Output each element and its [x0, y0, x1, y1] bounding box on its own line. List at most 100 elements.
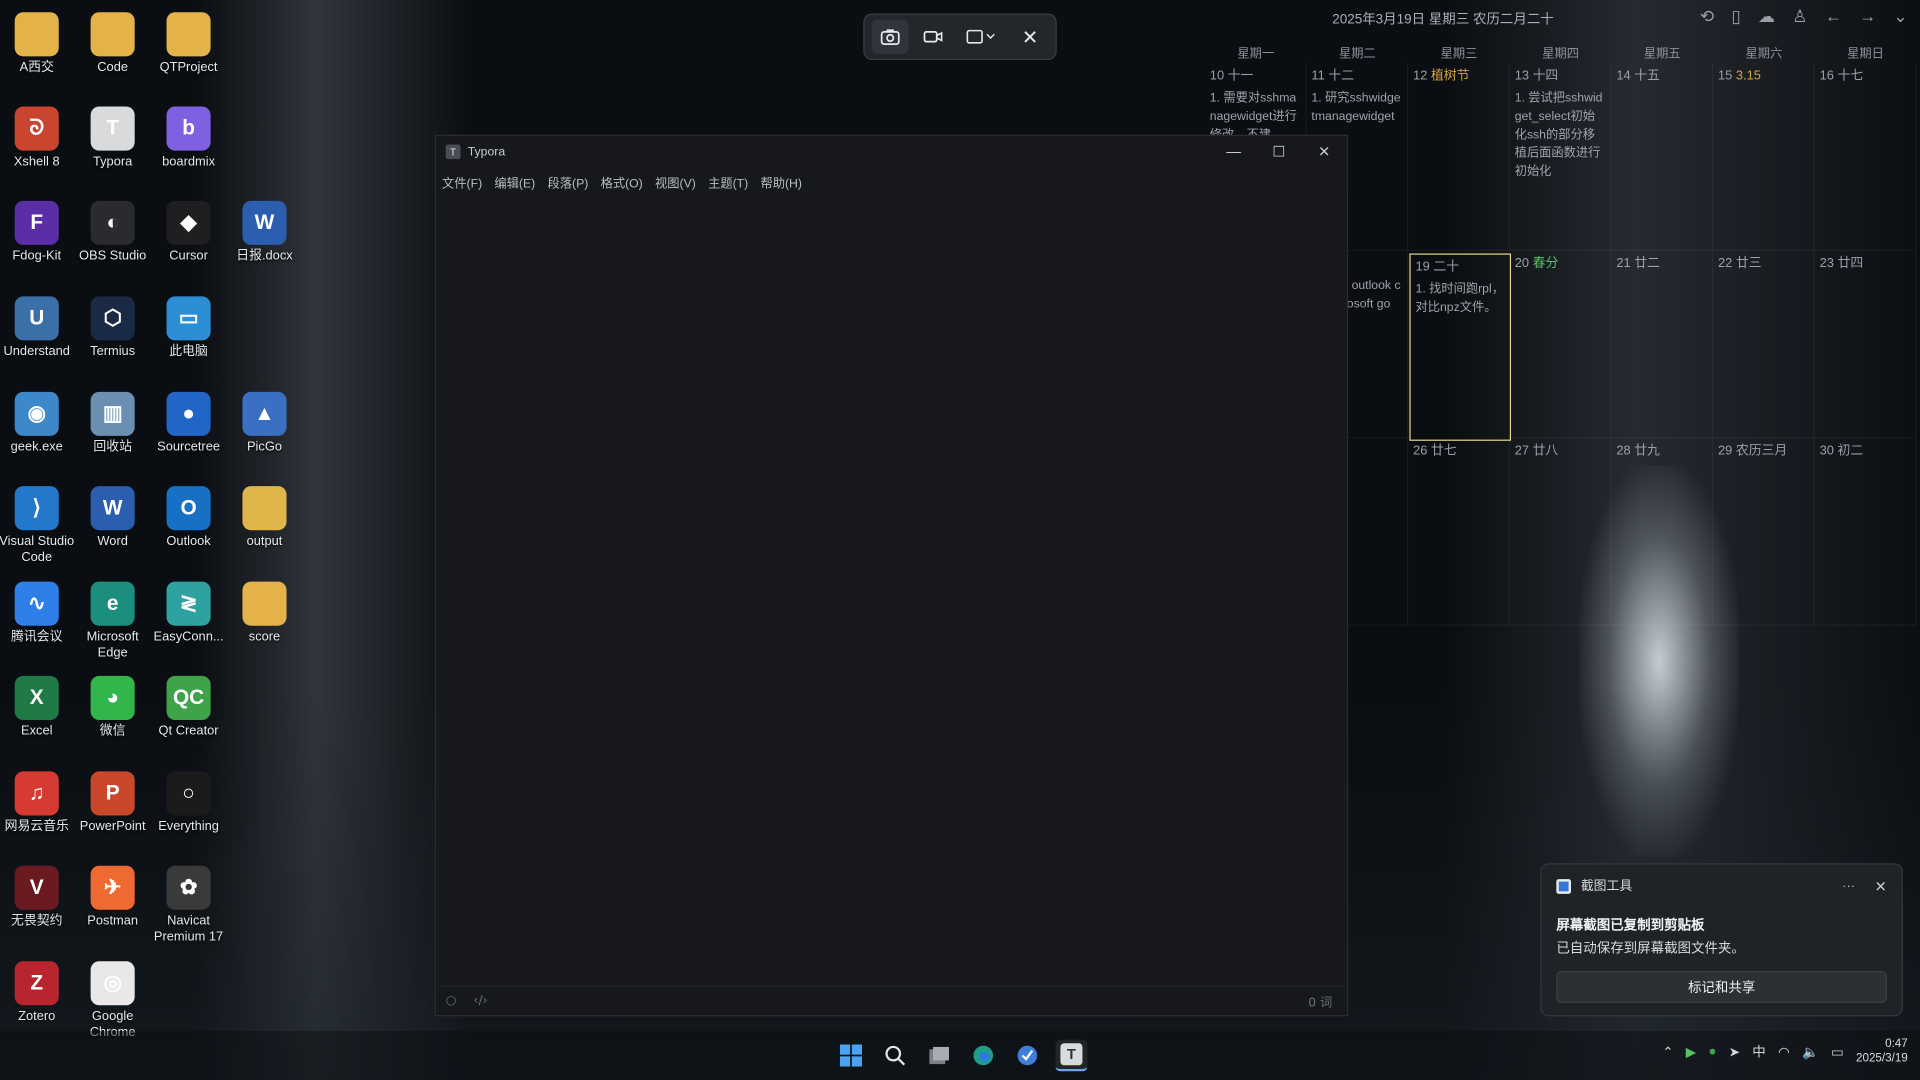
calendar-day-cell[interactable]: 23 廿四: [1814, 251, 1917, 439]
snip-shape-dropdown[interactable]: [959, 20, 1005, 54]
close-button[interactable]: ✕: [1302, 143, 1347, 160]
desktop-icon-typora[interactable]: T Typora: [73, 106, 151, 171]
desktop-icon-sourcetree[interactable]: ● Sourcetree: [149, 391, 227, 456]
desktop-icon-navicat-premium-17[interactable]: ✿ Navicat Premium 17: [149, 865, 227, 946]
prev-arrow-icon[interactable]: ←: [1825, 6, 1842, 27]
wifi-icon[interactable]: ◠: [1778, 1044, 1790, 1060]
input-method[interactable]: 中: [1752, 1042, 1765, 1062]
chevron-down-icon[interactable]: ⌄: [1893, 6, 1907, 27]
menu-item[interactable]: 文件(F): [442, 172, 482, 190]
markup-share-button[interactable]: 标记和共享: [1556, 971, 1887, 1003]
cloud-icon[interactable]: ☁: [1758, 6, 1775, 27]
desktop-icon-a西交[interactable]: A西交: [0, 12, 76, 76]
desktop-icon-picgo[interactable]: ▲ PicGo: [225, 391, 303, 456]
maximize-button[interactable]: ☐: [1256, 143, 1301, 160]
calendar-day-cell[interactable]: 12 植树节: [1408, 63, 1510, 252]
app-icon: ○: [166, 771, 211, 816]
next-arrow-icon[interactable]: →: [1859, 6, 1876, 27]
source-code-icon[interactable]: ‹/›: [474, 994, 488, 1007]
menu-item[interactable]: 格式(O): [601, 172, 643, 190]
desktop-icon-回收站[interactable]: ▥ 回收站: [73, 391, 151, 456]
desktop-icon-easyconn-[interactable]: ≷ EasyConn...: [149, 581, 227, 646]
menu-item[interactable]: 段落(P): [548, 172, 589, 190]
desktop-icon-visual-studio-code[interactable]: ⟩ Visual Studio Code: [0, 486, 76, 566]
typora-titlebar[interactable]: T Typora — ☐ ✕: [436, 136, 1347, 168]
calendar-day-cell[interactable]: 14 十五: [1611, 63, 1714, 252]
desktop-icon-cursor[interactable]: ◆ Cursor: [149, 200, 227, 265]
calendar-day-cell[interactable]: 15 3.15: [1713, 63, 1815, 252]
menu-item[interactable]: 帮助(H): [760, 172, 801, 190]
calendar-day-cell[interactable]: 16 十七: [1814, 63, 1917, 252]
volume-icon[interactable]: 🔈: [1802, 1044, 1819, 1060]
desktop-icon-microsoft-edge[interactable]: e Microsoft Edge: [73, 581, 151, 662]
outline-toggle-icon[interactable]: ○: [446, 994, 457, 1007]
desktop-icon-code[interactable]: Code: [73, 12, 151, 76]
desktop-icon-obs-studio[interactable]: ◐ OBS Studio: [73, 200, 151, 265]
search-button[interactable]: [879, 1040, 911, 1072]
sync-icon[interactable]: ⟲: [1700, 6, 1714, 27]
record-mode-button[interactable]: [915, 20, 951, 54]
desktop-icon-微信[interactable]: ◕ 微信: [73, 675, 151, 740]
taskbar-edge[interactable]: [967, 1040, 999, 1072]
desktop-icon-腾讯会议[interactable]: ∿ 腾讯会议: [0, 581, 76, 646]
show-hidden-icons-chevron-icon[interactable]: ⌃: [1662, 1044, 1673, 1060]
taskbar-typora[interactable]: T: [1055, 1039, 1088, 1072]
taskbar-app[interactable]: [1011, 1040, 1043, 1072]
desktop-icon-output[interactable]: output: [225, 486, 303, 550]
desktop-icon-label: Understand: [3, 344, 70, 359]
desktop-icon-everything[interactable]: ○ Everything: [149, 771, 227, 835]
calendar-day-cell[interactable]: 30 初二: [1814, 438, 1917, 626]
screenshot-mode-button[interactable]: [871, 19, 908, 54]
calendar-today-cell[interactable]: 19 二十 1. 找时间跑rpl，对比npz文件。: [1409, 253, 1512, 441]
desktop-icon-fdog-kit[interactable]: F Fdog-Kit: [0, 200, 76, 265]
calendar-day-cell[interactable]: 28 廿九: [1611, 438, 1714, 626]
snip-close-button[interactable]: ✕: [1012, 20, 1048, 54]
calendar-day-cell[interactable]: 13 十四 1. 尝试把sshwidget_select初始化ssh的部分移植后面…: [1509, 63, 1612, 252]
tray-green-icon[interactable]: ●: [1708, 1044, 1716, 1059]
tray-app-icon[interactable]: ▶: [1686, 1044, 1696, 1060]
desktop-icon-xshell-8[interactable]: ᘐ Xshell 8: [0, 106, 76, 171]
menu-item[interactable]: 主题(T): [708, 172, 748, 190]
calendar-day-cell[interactable]: 26 廿七: [1408, 438, 1510, 626]
desktop-icon-日报-docx[interactable]: W 日报.docx: [225, 200, 303, 265]
user-icon[interactable]: ♙: [1792, 6, 1807, 27]
calendar-day-cell[interactable]: 22 廿三: [1713, 251, 1815, 439]
app-icon: ▥: [90, 391, 135, 436]
desktop-icon-google-chrome[interactable]: ◎ Google Chrome: [73, 961, 151, 1041]
minimize-button[interactable]: —: [1211, 143, 1256, 160]
menu-item[interactable]: 视图(V): [655, 172, 696, 190]
desktop-icon-此电脑[interactable]: ▭ 此电脑: [149, 296, 227, 360]
clock[interactable]: 0:47 2025/3/19: [1856, 1037, 1908, 1066]
task-view-button[interactable]: [923, 1040, 955, 1072]
desktop-icon-understand[interactable]: U Understand: [0, 296, 76, 360]
word-count[interactable]: 0 词: [1308, 992, 1332, 1010]
calendar-day-number: 16 十七: [1819, 68, 1864, 84]
desktop-icon-word[interactable]: W Word: [73, 486, 151, 550]
start-button[interactable]: [835, 1040, 867, 1072]
app-icon: ∿: [14, 581, 59, 626]
desktop-icon-geek-exe[interactable]: ◉ geek.exe: [0, 391, 76, 456]
more-options-button[interactable]: ···: [1842, 879, 1855, 894]
desktop-icon-网易云音乐[interactable]: ♫ 网易云音乐: [0, 771, 76, 835]
desktop-icon-无畏契约[interactable]: V 无畏契约: [0, 865, 76, 930]
desktop-icon-qt-creator[interactable]: QC Qt Creator: [149, 675, 227, 740]
send-icon[interactable]: ➤: [1729, 1044, 1740, 1060]
desktop-icon-outlook[interactable]: O Outlook: [149, 486, 227, 550]
desktop-icon-excel[interactable]: X Excel: [0, 675, 76, 740]
desktop-icon-postman[interactable]: ✈ Postman: [73, 865, 151, 930]
calendar-day-cell[interactable]: 21 廿二: [1611, 251, 1714, 439]
menu-item[interactable]: 编辑(E): [494, 172, 535, 190]
calendar-day-cell[interactable]: 27 廿八: [1509, 438, 1612, 626]
desktop-icon-score[interactable]: score: [225, 581, 303, 646]
desktop-icon-boardmix[interactable]: b boardmix: [149, 106, 227, 171]
desktop-icon-powerpoint[interactable]: P PowerPoint: [73, 771, 151, 835]
desktop-icon-termius[interactable]: ⬡ Termius: [73, 296, 151, 360]
battery-icon[interactable]: ▭: [1831, 1044, 1844, 1060]
calendar-day-cell[interactable]: 29 农历三月: [1713, 438, 1815, 626]
desktop-icon-qtproject[interactable]: QTProject: [149, 12, 227, 76]
editor-area[interactable]: [435, 194, 1347, 986]
toast-close-button[interactable]: ✕: [1875, 877, 1887, 894]
desktop-icon-zotero[interactable]: Z Zotero: [0, 961, 76, 1025]
calendar-day-cell[interactable]: 20 春分: [1509, 251, 1612, 439]
device-icon[interactable]: ▯: [1731, 6, 1740, 27]
